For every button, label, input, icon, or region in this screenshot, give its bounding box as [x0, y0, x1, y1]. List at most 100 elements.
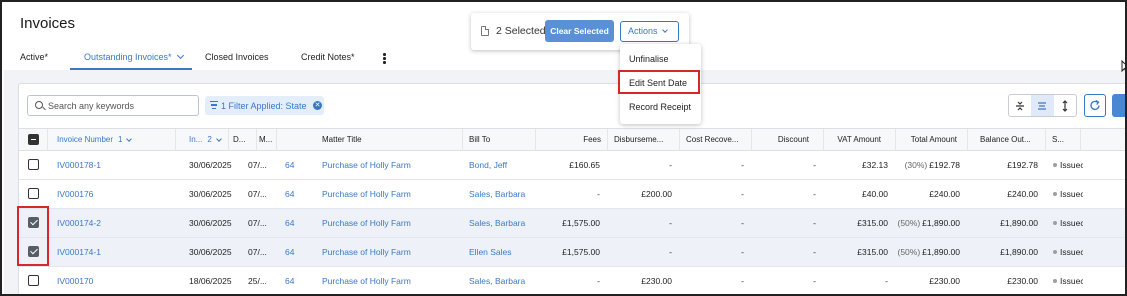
- cell-due-date: 25/...: [248, 267, 274, 294]
- close-icon[interactable]: ✕: [313, 101, 322, 110]
- cell-text: Purchase of Holly Farm: [322, 189, 411, 199]
- cell-matter-title[interactable]: Purchase of Holly Farm: [322, 238, 462, 266]
- table-row[interactable]: IV000178-1 30/06/2025 07/... 64 Purchase of …: [19, 151, 1125, 180]
- highlight-edit-sent-date: [618, 70, 700, 94]
- row-checkbox[interactable]: [28, 188, 39, 199]
- cell-text: -: [813, 160, 816, 170]
- cell-matter-title[interactable]: Purchase of Holly Farm: [322, 151, 462, 179]
- cell-matter-number[interactable]: 64: [285, 180, 301, 208]
- selected-count: 2 Selected: [496, 25, 546, 37]
- cell-invoice-number[interactable]: IV000178-1: [57, 151, 167, 179]
- cell-text: £1,575.00: [562, 218, 600, 228]
- table-row[interactable]: IV000170 18/06/2025 25/... 64 Purchase of Ho…: [19, 267, 1125, 294]
- column-header-matter[interactable]: M...: [257, 129, 277, 151]
- row-checkbox[interactable]: [28, 275, 39, 286]
- filter-chip[interactable]: 1 Filter Applied: State ✕: [205, 96, 324, 115]
- cell-matter-title[interactable]: Purchase of Holly Farm: [322, 209, 462, 237]
- status-text: Issuec: [1060, 218, 1083, 228]
- cell-text: £160.65: [569, 160, 600, 170]
- tab-credit-notes[interactable]: Credit Notes*: [301, 52, 355, 62]
- cell-disbursements: £230.00: [608, 267, 672, 294]
- column-header-discount[interactable]: Discount: [752, 129, 824, 151]
- search-input[interactable]: [48, 99, 196, 113]
- cell-text: 07/...: [248, 160, 267, 170]
- select-all-checkbox[interactable]: [28, 134, 39, 145]
- cell-bill-to[interactable]: Sales, Barbara: [469, 209, 535, 237]
- mouse-cursor-icon: [1121, 60, 1125, 73]
- cell-status: Issuec: [1053, 267, 1083, 294]
- cell-text: £1,890.00: [922, 247, 960, 257]
- cell-matter-number[interactable]: 64: [285, 238, 301, 266]
- cell-due-date: 07/...: [248, 180, 274, 208]
- column-header-cost-recovery[interactable]: Cost Recove...: [680, 129, 752, 151]
- column-header-vat-amount[interactable]: VAT Amount: [824, 129, 896, 151]
- row-checkbox[interactable]: [28, 159, 39, 170]
- chevron-down-icon[interactable]: [176, 51, 184, 60]
- cell-disbursements: -: [608, 238, 672, 266]
- cell-text: IV000170: [57, 276, 94, 286]
- cell-text: Purchase of Holly Farm: [322, 247, 411, 257]
- cell-invoice-number[interactable]: IV000170: [57, 267, 167, 294]
- more-options-icon[interactable]: [383, 53, 386, 65]
- column-header-disbursements[interactable]: Disburseme...: [608, 129, 680, 151]
- select-all-cell: [19, 129, 48, 151]
- cell-text: £315.00: [857, 247, 888, 257]
- column-header-matter-title[interactable]: Matter Title: [277, 129, 463, 151]
- status-dot-icon: [1053, 250, 1057, 254]
- cell-discount: -: [752, 180, 816, 208]
- search-icon: [35, 101, 43, 109]
- cell-bill-to[interactable]: Sales, Barbara: [469, 267, 535, 294]
- column-header-status[interactable]: S...: [1046, 129, 1081, 151]
- column-header-due[interactable]: D...: [229, 129, 257, 151]
- status-dot-icon: [1053, 279, 1057, 283]
- table-row[interactable]: IV000174-1 30/06/2025 07/... 64 Purchase of …: [19, 238, 1125, 267]
- column-header-total-amount[interactable]: Total Amount: [896, 129, 968, 151]
- column-header-balance-outstanding[interactable]: Balance Out...: [968, 129, 1046, 151]
- column-header-bill-to[interactable]: Bill To: [463, 129, 536, 151]
- status-text: Issuec: [1060, 247, 1083, 257]
- table-row[interactable]: IV000176 30/06/2025 07/... 64 Purchase of Ho…: [19, 180, 1125, 209]
- compress-icon: [1016, 101, 1024, 111]
- cell-invoice-number[interactable]: IV000174-1: [57, 238, 167, 266]
- total-percentage: (50%): [897, 218, 921, 228]
- cell-text: -: [741, 189, 744, 199]
- cell-text: £40.00: [862, 189, 888, 199]
- cell-matter-title[interactable]: Purchase of Holly Farm: [322, 267, 462, 294]
- actions-button[interactable]: Actions: [620, 21, 679, 42]
- cell-matter-number[interactable]: 64: [285, 267, 301, 294]
- tab-active[interactable]: Active*: [20, 52, 48, 62]
- cell-text: 07/...: [248, 247, 267, 257]
- menu-item-record-receipt[interactable]: Record Receipt: [620, 96, 701, 119]
- refresh-button[interactable]: [1084, 94, 1106, 117]
- cell-invoice-number[interactable]: IV000174-2: [57, 209, 167, 237]
- cell-bill-to[interactable]: Ellen Sales: [469, 238, 535, 266]
- tab-closed-invoices[interactable]: Closed Invoices: [205, 52, 269, 62]
- cell-matter-number[interactable]: 64: [285, 151, 301, 179]
- cell-vat-amount: £315.00: [824, 238, 888, 266]
- column-header-issued[interactable]: In... 2: [176, 129, 229, 151]
- density-expanded-button[interactable]: [1054, 95, 1076, 116]
- density-compact-button[interactable]: [1009, 95, 1031, 116]
- cell-matter-number[interactable]: 64: [285, 209, 301, 237]
- cell-bill-to[interactable]: Sales, Barbara: [469, 180, 535, 208]
- cell-matter-title[interactable]: Purchase of Holly Farm: [322, 180, 462, 208]
- save-view-button[interactable]: [1112, 94, 1125, 117]
- table-row[interactable]: IV000174-2 30/06/2025 07/... 64 Purchase of …: [19, 209, 1125, 238]
- cell-fees: £1,575.00: [536, 238, 600, 266]
- column-header-fees[interactable]: Fees: [536, 129, 608, 151]
- clear-selected-button[interactable]: Clear Selected: [545, 20, 614, 42]
- tab-outstanding-invoices[interactable]: Outstanding Invoices*: [84, 51, 184, 62]
- density-standard-button[interactable]: [1031, 95, 1054, 116]
- column-header-invoice-number[interactable]: Invoice Number 1: [48, 129, 176, 151]
- cell-text: £192.78: [1007, 160, 1038, 170]
- cell-text: Sales, Barbara: [469, 218, 526, 228]
- cell-text: 30/06/2025: [189, 160, 232, 170]
- cell-invoice-number[interactable]: IV000176: [57, 180, 167, 208]
- menu-item-unfinalise[interactable]: Unfinalise: [620, 48, 701, 71]
- cell-bill-to[interactable]: Bond, Jeff: [469, 151, 535, 179]
- cell-disbursements: £200.00: [608, 180, 672, 208]
- cell-status: Issuec: [1053, 151, 1083, 179]
- cell-text: 64: [285, 276, 295, 286]
- total-percentage: (50%): [897, 247, 921, 257]
- cell-text: £192.78: [929, 160, 960, 170]
